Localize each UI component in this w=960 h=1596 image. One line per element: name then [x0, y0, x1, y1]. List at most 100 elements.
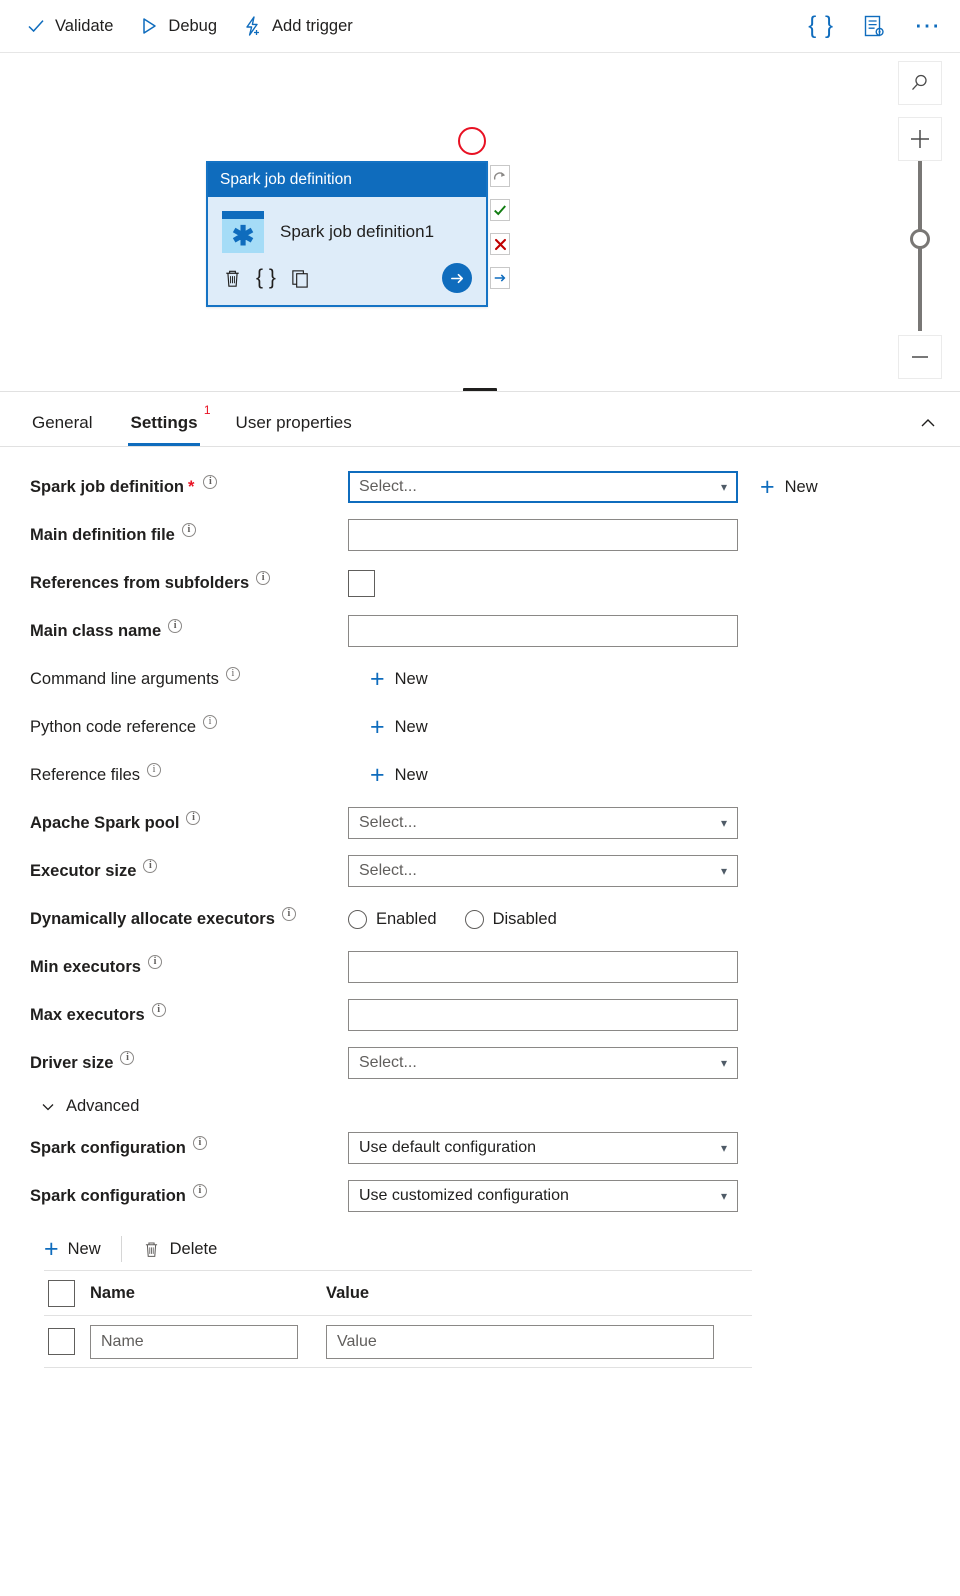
zoom-slider-handle[interactable]: [910, 229, 930, 249]
new-label: New: [394, 765, 428, 784]
field-row-main-class-name: Main class name i: [30, 613, 930, 649]
control-reference-files: + New: [348, 761, 428, 789]
label-references-from-subfolders: References from subfolders i: [30, 570, 348, 592]
field-row-spark-configuration-customized: Spark configuration i Use customized con…: [30, 1178, 930, 1214]
tab-settings[interactable]: Settings 1: [128, 403, 211, 446]
pipeline-toolbar: Validate Debug Add trigger { } ⋯: [0, 0, 960, 53]
main-class-name-input[interactable]: [348, 615, 738, 647]
copy-icon[interactable]: [290, 268, 324, 289]
control-driver-size: Select... ▾: [348, 1047, 738, 1079]
new-python-code-reference-button[interactable]: + New: [370, 713, 428, 741]
info-icon[interactable]: i: [203, 714, 218, 729]
info-icon[interactable]: i: [225, 666, 240, 681]
new-spark-job-definition-button[interactable]: + New: [760, 473, 818, 501]
zoom-in-button[interactable]: [898, 117, 942, 161]
plus-icon: +: [44, 1235, 59, 1263]
plus-icon: +: [370, 713, 385, 741]
chevron-up-icon[interactable]: [918, 413, 938, 446]
info-icon[interactable]: i: [143, 858, 158, 873]
connector-handle-skipped[interactable]: [490, 165, 510, 187]
label-text: Spark configuration: [30, 1186, 186, 1205]
new-label: New: [784, 477, 818, 496]
connector-handle-completion[interactable]: [490, 267, 510, 289]
arrow-right-circle-icon[interactable]: [442, 263, 472, 293]
references-from-subfolders-checkbox[interactable]: [348, 569, 375, 597]
plus-icon: +: [370, 761, 385, 789]
label-dynamically-allocate-executors: Dynamically allocate executors i: [30, 906, 348, 928]
delete-config-row-button[interactable]: Delete: [142, 1239, 218, 1259]
spark-configuration-customized-select[interactable]: Use customized configuration ▾: [348, 1180, 738, 1212]
validate-button[interactable]: Validate: [26, 16, 113, 36]
advanced-section-toggle[interactable]: Advanced: [40, 1097, 930, 1116]
new-command-line-argument-button[interactable]: + New: [370, 667, 428, 692]
min-executors-input[interactable]: [348, 951, 738, 983]
debug-button[interactable]: Debug: [139, 16, 217, 36]
row-name-cell: Name: [90, 1324, 326, 1359]
properties-gear-icon[interactable]: [862, 14, 886, 38]
add-trigger-button[interactable]: Add trigger: [243, 16, 353, 36]
max-executors-input[interactable]: [348, 999, 738, 1031]
info-icon[interactable]: i: [281, 906, 296, 921]
radio-enabled[interactable]: Enabled: [348, 909, 437, 929]
info-icon[interactable]: i: [186, 810, 201, 825]
driver-size-select[interactable]: Select... ▾: [348, 1047, 738, 1079]
main-definition-file-input[interactable]: [348, 519, 738, 551]
control-apache-spark-pool: Select... ▾: [348, 807, 738, 839]
label-driver-size: Driver size i: [30, 1050, 348, 1072]
info-icon[interactable]: i: [256, 570, 271, 585]
chevron-down-icon: ▾: [720, 1056, 727, 1070]
info-icon[interactable]: i: [120, 1050, 135, 1065]
info-icon[interactable]: i: [192, 1183, 207, 1198]
info-icon[interactable]: i: [203, 474, 218, 489]
info-icon[interactable]: i: [147, 762, 162, 777]
label-main-definition-file: Main definition file i: [30, 522, 348, 544]
field-row-driver-size: Driver size i Select... ▾: [30, 1045, 930, 1081]
dynamic-allocation-radio-group: Enabled Disabled: [348, 909, 557, 929]
zoom-out-button[interactable]: [898, 335, 942, 379]
pipeline-canvas[interactable]: Spark job definition ✱ Spark job definit…: [0, 53, 960, 392]
tab-user-properties[interactable]: User properties: [234, 413, 354, 446]
table-row: Name Value: [44, 1316, 752, 1368]
trash-icon[interactable]: [222, 268, 256, 289]
field-row-apache-spark-pool: Apache Spark pool i Select... ▾: [30, 805, 930, 841]
connector-handle-failure[interactable]: [490, 233, 510, 255]
code-braces-icon[interactable]: { }: [256, 266, 290, 290]
new-reference-file-button[interactable]: + New: [370, 761, 428, 789]
radio-disabled[interactable]: Disabled: [464, 909, 557, 929]
info-icon[interactable]: i: [151, 1002, 166, 1017]
info-icon[interactable]: i: [192, 1135, 207, 1150]
select-all-checkbox[interactable]: [48, 1279, 75, 1307]
apache-spark-pool-select[interactable]: Select... ▾: [348, 807, 738, 839]
control-references-from-subfolders: [348, 569, 375, 597]
info-icon[interactable]: i: [168, 618, 183, 633]
field-row-dynamically-allocate-executors: Dynamically allocate executors i Enabled…: [30, 901, 930, 937]
field-row-max-executors: Max executors i: [30, 997, 930, 1033]
info-icon[interactable]: i: [147, 954, 162, 969]
select-value: Select...: [359, 1054, 417, 1071]
activity-card-header: Spark job definition: [208, 163, 486, 197]
delete-label: Delete: [169, 1239, 218, 1258]
add-config-row-button[interactable]: + New: [44, 1235, 101, 1263]
control-dynamically-allocate-executors: Enabled Disabled: [348, 909, 557, 929]
spark-job-definition-select[interactable]: Select... ▾: [348, 471, 738, 503]
select-value: Use customized configuration: [359, 1187, 569, 1204]
connector-handle-success[interactable]: [490, 199, 510, 221]
zoom-slider[interactable]: [898, 161, 942, 331]
properties-panel-tabs: General Settings 1 User properties: [0, 392, 960, 447]
executor-size-select[interactable]: Select... ▾: [348, 855, 738, 887]
annotation-circle-icon: [458, 127, 486, 155]
config-value-input[interactable]: Value: [326, 1324, 714, 1359]
plus-icon: +: [760, 473, 775, 501]
info-icon[interactable]: i: [181, 522, 196, 537]
config-name-input[interactable]: Name: [90, 1324, 298, 1359]
validate-label: Validate: [55, 16, 114, 35]
spark-configuration-default-select[interactable]: Use default configuration ▾: [348, 1132, 738, 1164]
search-icon[interactable]: [898, 61, 942, 105]
activity-card-spark-job-definition[interactable]: Spark job definition ✱ Spark job definit…: [206, 161, 488, 307]
chevron-down-icon: ▾: [720, 1141, 727, 1155]
row-checkbox[interactable]: [48, 1328, 75, 1355]
tab-settings-label: Settings: [130, 413, 198, 432]
ellipsis-icon[interactable]: ⋯: [914, 13, 942, 38]
code-braces-icon[interactable]: { }: [808, 14, 834, 38]
tab-general[interactable]: General: [30, 413, 94, 446]
